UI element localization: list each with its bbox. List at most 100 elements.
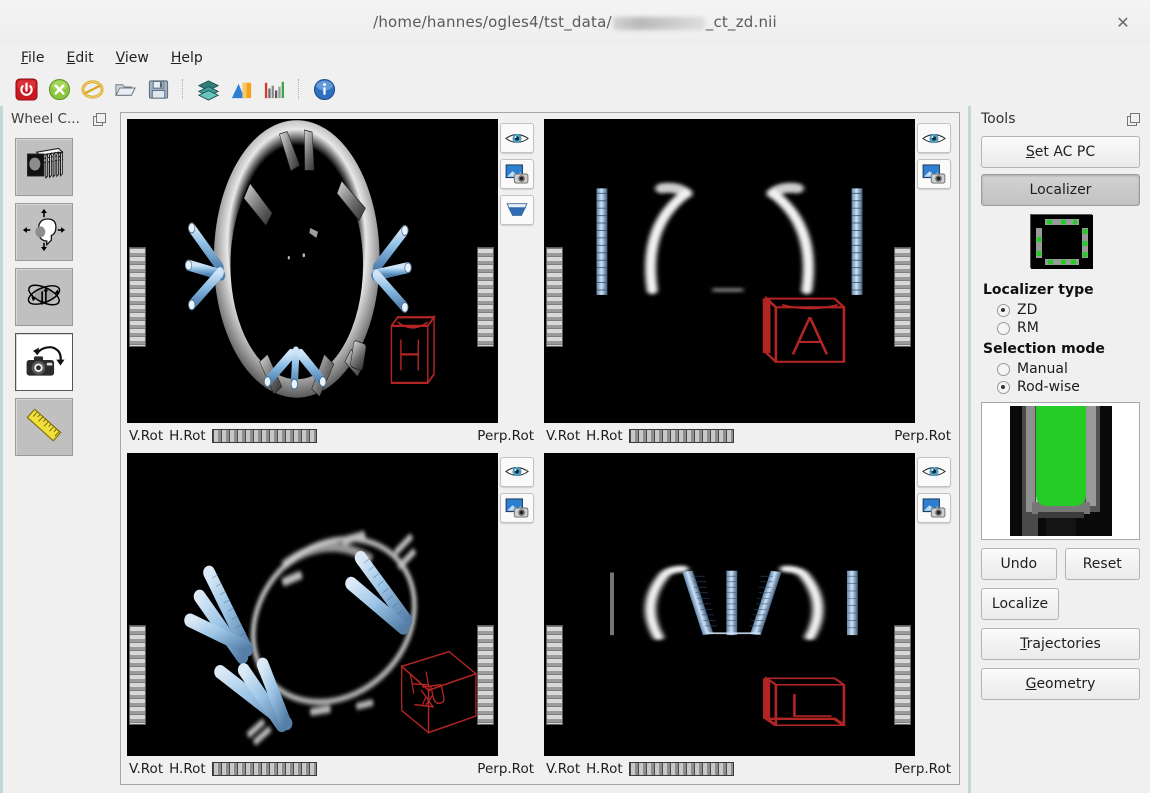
hrot-label: H.Rot <box>586 427 623 444</box>
clip-plane-icon[interactable] <box>500 195 534 225</box>
reset-button[interactable]: Reset <box>1064 548 1140 580</box>
menu-view[interactable]: View <box>107 47 158 69</box>
window-title: /home/hannes/ogles4/tst_data/ _ct_zd.nii <box>373 13 777 31</box>
selection-mode-manual[interactable]: Manual <box>981 360 1140 378</box>
slice-strip-left[interactable] <box>546 624 563 725</box>
menu-bar: File Edit View Help <box>0 44 1150 72</box>
wheel-control-dock: Wheel C... <box>0 106 112 793</box>
selection-mode-rod-wise-label: Rod-wise <box>1017 379 1080 395</box>
menu-file[interactable]: File <box>12 47 53 69</box>
viewport-label-row: V.Rot H.Rot Perp.Rot <box>544 756 953 782</box>
render-canvas-axial[interactable] <box>127 119 498 423</box>
hrot-label: H.Rot <box>169 761 206 777</box>
menu-help[interactable]: Help <box>162 47 212 69</box>
selection-mode-rod-wise[interactable]: Rod-wise <box>981 378 1140 396</box>
localizer-type-zd[interactable]: ZD <box>981 301 1140 319</box>
viewport-slice-coronal: V.Rot H.Rot Perp.Rot <box>540 115 957 449</box>
histogram-icon[interactable] <box>261 76 287 102</box>
main-body: Wheel C... V.Rot H.Rot Perp.Rot V.Rot H.… <box>0 106 1150 793</box>
slice-strip-right[interactable] <box>894 247 911 347</box>
undock-icon[interactable] <box>93 112 106 126</box>
eye-icon[interactable] <box>917 123 951 153</box>
slice-stack-icon <box>22 143 66 191</box>
localizer-button[interactable]: Localizer <box>981 174 1140 206</box>
snapshot-icon[interactable] <box>917 159 951 189</box>
slice-strip-right[interactable] <box>477 247 494 347</box>
measure-tool-button[interactable] <box>15 398 73 456</box>
ring-icon[interactable] <box>79 76 105 102</box>
save-floppy-icon[interactable] <box>145 76 171 102</box>
geometry-button[interactable]: Geometry <box>981 668 1140 700</box>
undock-icon[interactable] <box>1127 112 1140 126</box>
localizer-type-title: Localizer type <box>983 282 1094 298</box>
viewport-overlay-buttons <box>915 453 953 757</box>
ruler-icon <box>22 403 66 451</box>
tools-header: Tools <box>981 106 1140 132</box>
hrot-label: H.Rot <box>169 427 206 444</box>
tool-bar <box>0 72 1150 106</box>
camera-tool-button[interactable] <box>15 333 73 391</box>
localizer-type-rm[interactable]: RM <box>981 319 1140 337</box>
viewport-3d-oblique: V.Rot H.Rot Perp.Rot <box>123 449 540 783</box>
localize-button[interactable]: Localize <box>981 588 1059 620</box>
power-icon[interactable] <box>13 76 39 102</box>
slice-strip-right[interactable] <box>477 624 494 725</box>
trajectories-button[interactable]: Trajectories <box>981 628 1140 660</box>
vrot-label: V.Rot <box>546 761 581 777</box>
translate-tool-button[interactable] <box>15 203 73 261</box>
volume-icon[interactable] <box>228 76 254 102</box>
rotation-slider[interactable] <box>628 762 734 776</box>
localizer-type-rm-label: RM <box>1017 320 1039 336</box>
perp-rot-label: Perp.Rot <box>894 427 951 444</box>
toolbar-separator <box>182 79 184 99</box>
rotation-slider[interactable] <box>211 428 317 443</box>
snapshot-icon[interactable] <box>917 492 951 523</box>
rotation-slider[interactable] <box>628 428 734 443</box>
selection-mode-manual-label: Manual <box>1017 361 1068 377</box>
radio-manual[interactable] <box>997 362 1010 376</box>
set-ac-pc-button[interactable]: Set AC PC <box>981 136 1140 168</box>
hrot-label: H.Rot <box>586 761 623 777</box>
eye-icon[interactable] <box>917 456 951 487</box>
info-icon[interactable] <box>311 76 337 102</box>
layers-icon[interactable] <box>195 76 221 102</box>
close-x-icon[interactable] <box>46 76 72 102</box>
render-canvas-sagittal[interactable] <box>544 452 915 756</box>
eye-icon[interactable] <box>500 123 534 153</box>
slices-tool-button[interactable] <box>15 138 73 196</box>
radio-rm[interactable] <box>997 321 1010 335</box>
open-folder-icon[interactable] <box>112 76 138 102</box>
viewport-slice-sagittal: V.Rot H.Rot Perp.Rot <box>540 449 957 783</box>
window-title-suffix: _ct_zd.nii <box>705 13 777 31</box>
eye-icon[interactable] <box>500 456 534 487</box>
viewport-overlay-buttons <box>498 119 536 423</box>
snapshot-icon[interactable] <box>500 492 534 523</box>
viewport-canvas-wrap <box>127 452 536 756</box>
undo-button[interactable]: Undo <box>981 548 1057 580</box>
viewport-canvas-wrap <box>544 119 953 423</box>
snapshot-icon[interactable] <box>500 159 534 189</box>
slice-strip-left[interactable] <box>546 247 563 347</box>
viewport-area: V.Rot H.Rot Perp.Rot V.Rot H.Rot Perp.Ro… <box>112 106 968 793</box>
vrot-label: V.Rot <box>546 427 581 444</box>
rotate-tool-button[interactable] <box>15 268 73 326</box>
viewport-overlay-buttons <box>915 119 953 423</box>
render-canvas-coronal[interactable] <box>544 119 915 423</box>
slice-strip-left[interactable] <box>129 247 146 347</box>
rod-selection-preview[interactable] <box>981 402 1140 540</box>
radio-zd[interactable] <box>997 303 1010 317</box>
window-title-prefix: /home/hannes/ogles4/tst_data/ <box>373 13 612 31</box>
window-close-button[interactable]: ✕ <box>1110 9 1136 35</box>
slice-strip-left[interactable] <box>129 624 146 725</box>
radio-rod-wise[interactable] <box>997 380 1010 394</box>
render-canvas-oblique[interactable] <box>127 452 498 756</box>
wheel-control-header: Wheel C... <box>3 106 112 132</box>
application-window: /home/hannes/ogles4/tst_data/_ct_zd.nii … <box>0 0 1150 793</box>
slice-strip-right[interactable] <box>894 624 911 725</box>
rotation-slider[interactable] <box>211 762 317 776</box>
perp-rot-label: Perp.Rot <box>477 761 534 777</box>
redacted-filename <box>612 16 705 30</box>
viewport-label-row: V.Rot H.Rot Perp.Rot <box>127 423 536 449</box>
selection-mode-title: Selection mode <box>983 341 1105 357</box>
menu-edit[interactable]: Edit <box>57 47 102 69</box>
